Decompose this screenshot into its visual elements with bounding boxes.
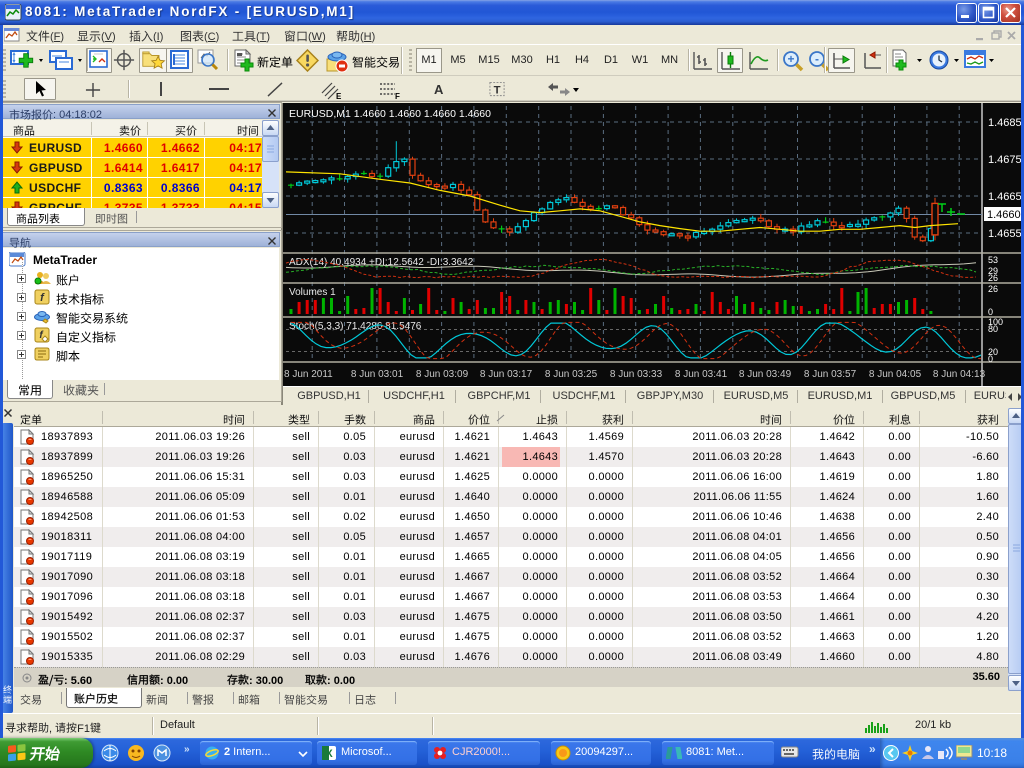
svg-text:E: E	[336, 92, 342, 100]
svg-text:1.4660: 1.4660	[987, 209, 1021, 221]
svg-text:1.4655: 1.4655	[988, 228, 1022, 240]
svg-text:-: -	[815, 52, 819, 66]
svg-text:0: 0	[988, 354, 993, 364]
svg-text:8 Jun 04:13: 8 Jun 04:13	[933, 369, 986, 380]
svg-text:0: 0	[988, 307, 993, 317]
svg-text:8 Jun 03:25: 8 Jun 03:25	[545, 369, 598, 380]
svg-text:8 Jun 04:05: 8 Jun 04:05	[869, 369, 922, 380]
svg-text:8 Jun 03:49: 8 Jun 03:49	[739, 369, 792, 380]
svg-text:8 Jun 03:57: 8 Jun 03:57	[804, 369, 857, 380]
svg-text:26: 26	[988, 273, 998, 283]
svg-text:26: 26	[988, 284, 998, 294]
svg-text:X: X	[325, 748, 333, 760]
svg-text:1.4675: 1.4675	[988, 154, 1022, 166]
svg-text:8 Jun 03:09: 8 Jun 03:09	[416, 369, 469, 380]
svg-text:+: +	[787, 52, 794, 66]
svg-text:80: 80	[988, 324, 998, 334]
svg-text:EURUSD,M1 1.4660 1.4660 1.466: EURUSD,M1 1.4660 1.4660 1.4660 1.4660	[289, 108, 491, 120]
svg-text:8 Jun 03:01: 8 Jun 03:01	[351, 369, 404, 380]
svg-text:»: »	[184, 744, 190, 755]
svg-text:T: T	[494, 85, 501, 97]
svg-text:53: 53	[988, 255, 998, 265]
svg-text:Volumes 1: Volumes 1	[289, 287, 336, 298]
svg-text:8 Jun 03:41: 8 Jun 03:41	[675, 369, 728, 380]
svg-text:F: F	[395, 92, 400, 100]
svg-text:8 Jun 03:33: 8 Jun 03:33	[610, 369, 663, 380]
svg-text:8 Jun 2011: 8 Jun 2011	[284, 369, 333, 380]
svg-text:1.4685: 1.4685	[988, 117, 1022, 129]
svg-text:1.4665: 1.4665	[988, 191, 1022, 203]
svg-text:8 Jun 03:17: 8 Jun 03:17	[480, 369, 533, 380]
